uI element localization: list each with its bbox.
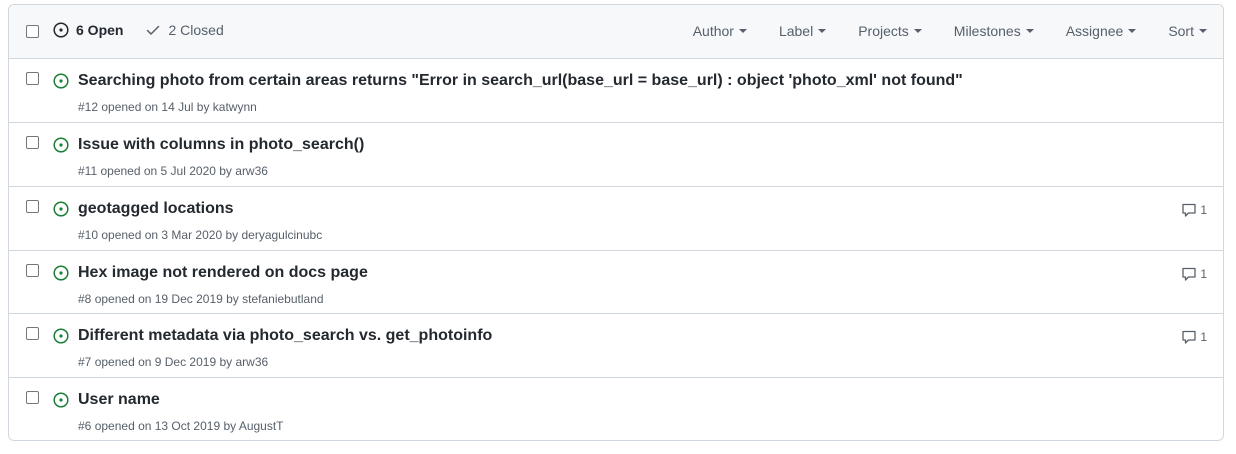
issue-row: Searching photo from certain areas retur… — [9, 59, 1223, 123]
closed-count-label: 2 Closed — [168, 22, 224, 38]
issue-opened-icon — [53, 392, 69, 408]
issue-meta: #11 opened on 5 Jul 2020 by arw36 — [78, 164, 268, 178]
comment-count: 1 — [1200, 330, 1207, 344]
issue-opened-text: opened on 19 Dec 2019 by — [91, 292, 243, 306]
issue-row: Hex image not rendered on docs page #8 o… — [9, 251, 1223, 314]
issue-checkbox[interactable] — [26, 327, 39, 340]
comments-link[interactable]: 1 — [1181, 266, 1207, 282]
comment-count: 1 — [1200, 203, 1207, 217]
issue-opened-icon — [53, 201, 69, 217]
issue-author-link[interactable]: arw36 — [235, 355, 268, 369]
filter-bar: Author Label Projects Milestones Assigne… — [661, 23, 1207, 39]
issue-row: geotagged locations #10 opened on 3 Mar … — [9, 187, 1223, 251]
closed-issues-filter[interactable]: 2 Closed — [145, 22, 224, 38]
issue-opened-text: opened on 5 Jul 2020 by — [97, 164, 236, 178]
issue-meta: #7 opened on 9 Dec 2019 by arw36 — [78, 355, 268, 369]
milestones-filter-label: Milestones — [953, 23, 1021, 39]
issue-author-link[interactable]: stefaniebutland — [242, 292, 323, 306]
author-filter[interactable]: Author — [693, 23, 747, 39]
issue-opened-icon — [53, 328, 69, 344]
projects-filter[interactable]: Projects — [858, 23, 922, 39]
comment-count: 1 — [1200, 267, 1207, 281]
issue-author-link[interactable]: arw36 — [235, 164, 268, 178]
comments-link[interactable]: 1 — [1181, 329, 1207, 345]
open-count-label: 6 Open — [76, 22, 124, 38]
issue-opened-icon — [53, 73, 69, 89]
issue-opened-text: opened on 14 Jul by — [98, 100, 213, 114]
issue-opened-text: opened on 13 Oct 2019 by — [91, 419, 239, 433]
issue-meta: #10 opened on 3 Mar 2020 by deryagulcinu… — [78, 228, 322, 242]
comments-link[interactable]: 1 — [1181, 202, 1207, 218]
comment-icon — [1182, 330, 1196, 344]
sort-filter-label: Sort — [1168, 23, 1194, 39]
issue-checkbox[interactable] — [26, 264, 39, 277]
issue-opened-text: opened on 3 Mar 2020 by — [98, 228, 242, 242]
caret-down-icon — [1025, 29, 1034, 33]
issue-state-toggle: 6 Open 2 Closed — [53, 22, 224, 38]
caret-down-icon — [738, 29, 747, 33]
issue-author-link[interactable]: deryagulcinubc — [241, 228, 322, 242]
milestones-filter[interactable]: Milestones — [954, 23, 1034, 39]
issue-author-link[interactable]: katwynn — [213, 100, 257, 114]
issue-checkbox[interactable] — [26, 391, 39, 404]
issue-row: User name #6 opened on 13 Oct 2019 by Au… — [9, 378, 1223, 440]
issue-number: #12 — [78, 100, 99, 114]
issue-meta: #12 opened on 14 Jul by katwynn — [78, 100, 257, 114]
issue-title-link[interactable]: Searching photo from certain areas retur… — [78, 72, 963, 90]
issue-row: Issue with columns in photo_search() #11… — [9, 123, 1223, 187]
comment-icon — [1182, 267, 1196, 281]
caret-down-icon — [1128, 29, 1137, 33]
issue-number: #10 — [78, 228, 99, 242]
issue-title-link[interactable]: Issue with columns in photo_search() — [78, 136, 364, 154]
caret-down-icon — [1199, 29, 1207, 33]
issue-opened-icon — [53, 265, 69, 281]
label-filter-label: Label — [778, 23, 814, 39]
author-filter-label: Author — [692, 23, 734, 39]
issue-title-link[interactable]: geotagged locations — [78, 200, 234, 218]
issue-opened-icon — [53, 22, 69, 38]
issue-checkbox[interactable] — [26, 72, 39, 85]
issue-number: #6 — [78, 419, 92, 433]
issue-title-link[interactable]: Different metadata via photo_search vs. … — [78, 327, 492, 345]
open-issues-filter[interactable]: 6 Open — [53, 22, 123, 38]
issue-checkbox[interactable] — [26, 136, 39, 149]
caret-down-icon — [913, 29, 922, 33]
issue-meta: #6 opened on 13 Oct 2019 by AugustT — [78, 419, 284, 433]
issue-opened-icon — [53, 137, 69, 153]
check-icon — [147, 25, 160, 35]
issue-number: #11 — [78, 164, 98, 178]
comment-icon — [1182, 203, 1196, 217]
caret-down-icon — [818, 29, 827, 33]
assignee-filter-label: Assignee — [1065, 23, 1124, 39]
select-all-checkbox[interactable] — [26, 25, 39, 38]
issues-list-header: 6 Open 2 Closed Author Label Projects Mi… — [9, 5, 1223, 59]
issue-meta: #8 opened on 19 Dec 2019 by stefaniebutl… — [78, 292, 324, 306]
projects-filter-label: Projects — [858, 23, 909, 39]
issue-title-link[interactable]: User name — [78, 391, 160, 409]
issue-author-link[interactable]: AugustT — [239, 419, 284, 433]
sort-filter[interactable]: Sort — [1168, 23, 1207, 39]
issue-number: #8 — [78, 292, 92, 306]
issue-title-link[interactable]: Hex image not rendered on docs page — [78, 264, 368, 282]
issues-list-box: 6 Open 2 Closed Author Label Projects Mi… — [8, 4, 1224, 441]
issue-checkbox[interactable] — [26, 200, 39, 213]
issue-row: Different metadata via photo_search vs. … — [9, 314, 1223, 378]
label-filter[interactable]: Label — [778, 23, 827, 39]
issue-number: #7 — [78, 355, 92, 369]
issue-opened-text: opened on 9 Dec 2019 by — [91, 355, 236, 369]
assignee-filter[interactable]: Assignee — [1066, 23, 1137, 39]
